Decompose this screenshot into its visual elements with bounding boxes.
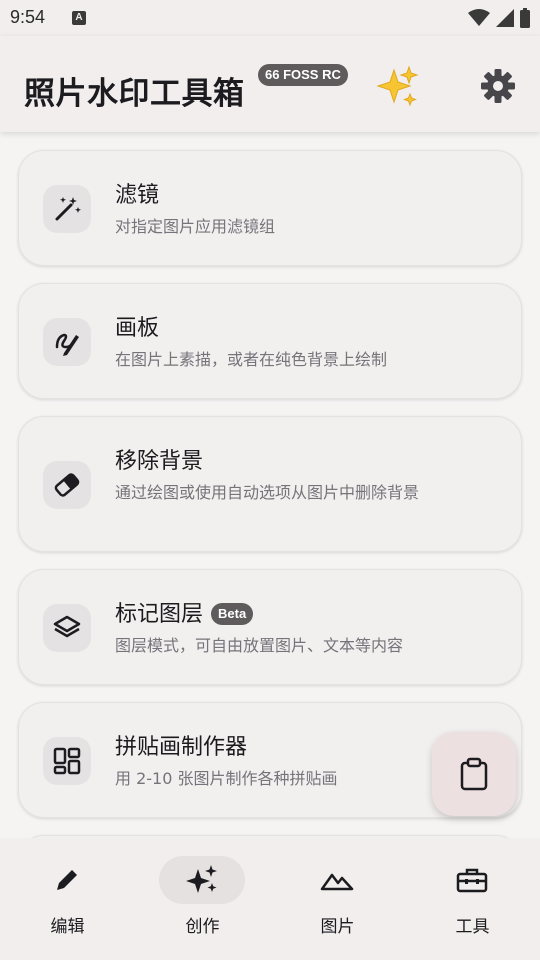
card-icon-container <box>43 737 91 785</box>
card-description: 在图片上素描，或者在纯色背景上绘制 <box>115 350 388 369</box>
bottom-navigation: 编辑 创作 图片 工具 <box>0 838 540 960</box>
paste-fab[interactable] <box>432 732 516 816</box>
card-title-text: 标记图层 <box>115 602 204 627</box>
markup-layers-card[interactable]: 标记图层 Beta 图层模式，可自由放置图片、文本等内容 <box>18 569 522 685</box>
card-icon-container <box>43 604 91 652</box>
app-title: 照片水印工具箱 <box>24 76 245 112</box>
sparkles-emoji-icon[interactable] <box>374 64 420 110</box>
card-title: 移除背景 <box>115 449 204 474</box>
nav-label: 创作 <box>185 917 220 937</box>
card-description: 图层模式，可自由放置图片、文本等内容 <box>115 636 404 655</box>
nav-indicator <box>294 856 380 904</box>
draw-icon <box>55 333 79 356</box>
top-app-bar: 照片水印工具箱 66 FOSS RC <box>0 36 540 132</box>
card-title: 拼贴画制作器 <box>115 735 248 760</box>
card-description: 用 2-10 张图片制作各种拼贴画 <box>115 769 338 788</box>
nav-item-edit[interactable]: 编辑 <box>0 838 135 960</box>
filter-card[interactable]: 滤镜 对指定图片应用滤镜组 <box>18 150 522 266</box>
remove-background-card[interactable]: 移除背景 通过绘图或使用自动选项从图片中删除背景 <box>18 416 522 552</box>
nav-item-tools[interactable]: 工具 <box>405 838 540 960</box>
battery-icon <box>520 8 530 28</box>
card-description: 对指定图片应用滤镜组 <box>115 217 276 236</box>
card-description: 通过绘图或使用自动选项从图片中删除背景 <box>115 483 420 502</box>
nav-label: 编辑 <box>50 917 85 937</box>
sparkles-icon <box>186 865 217 893</box>
nav-indicator <box>24 856 110 904</box>
signal-icon <box>496 9 514 27</box>
version-badge: 66 FOSS RC <box>258 64 348 86</box>
draw-card[interactable]: 画板 在图片上素描，或者在纯色背景上绘制 <box>18 283 522 399</box>
nav-item-create[interactable]: 创作 <box>135 838 270 960</box>
card-title: 滤镜 <box>115 183 160 208</box>
clipboard-icon <box>460 757 488 791</box>
nav-indicator <box>159 856 245 904</box>
status-icons <box>468 8 530 28</box>
settings-button[interactable] <box>476 64 520 108</box>
card-icon-container <box>43 461 91 509</box>
layers-icon <box>53 615 81 638</box>
pencil-icon <box>57 870 77 890</box>
card-icon-container <box>43 185 91 233</box>
wifi-icon <box>468 9 490 26</box>
mountains-icon <box>320 873 354 891</box>
nav-indicator <box>429 856 515 904</box>
magic-wand-icon <box>55 197 81 221</box>
nav-label: 工具 <box>455 917 490 937</box>
card-title: 标记图层 Beta <box>115 596 254 628</box>
status-bar: 9:54 A <box>0 0 540 36</box>
gear-icon <box>481 69 515 103</box>
collage-icon <box>53 747 81 775</box>
notification-icon: A <box>72 11 86 25</box>
card-icon-container <box>43 318 91 366</box>
beta-badge: Beta <box>211 603 254 625</box>
eraser-icon <box>54 473 80 497</box>
nav-label: 图片 <box>320 917 355 937</box>
status-time: 9:54 <box>10 7 46 27</box>
card-title: 画板 <box>115 316 160 341</box>
toolbox-icon <box>456 868 488 893</box>
nav-item-images[interactable]: 图片 <box>270 838 405 960</box>
